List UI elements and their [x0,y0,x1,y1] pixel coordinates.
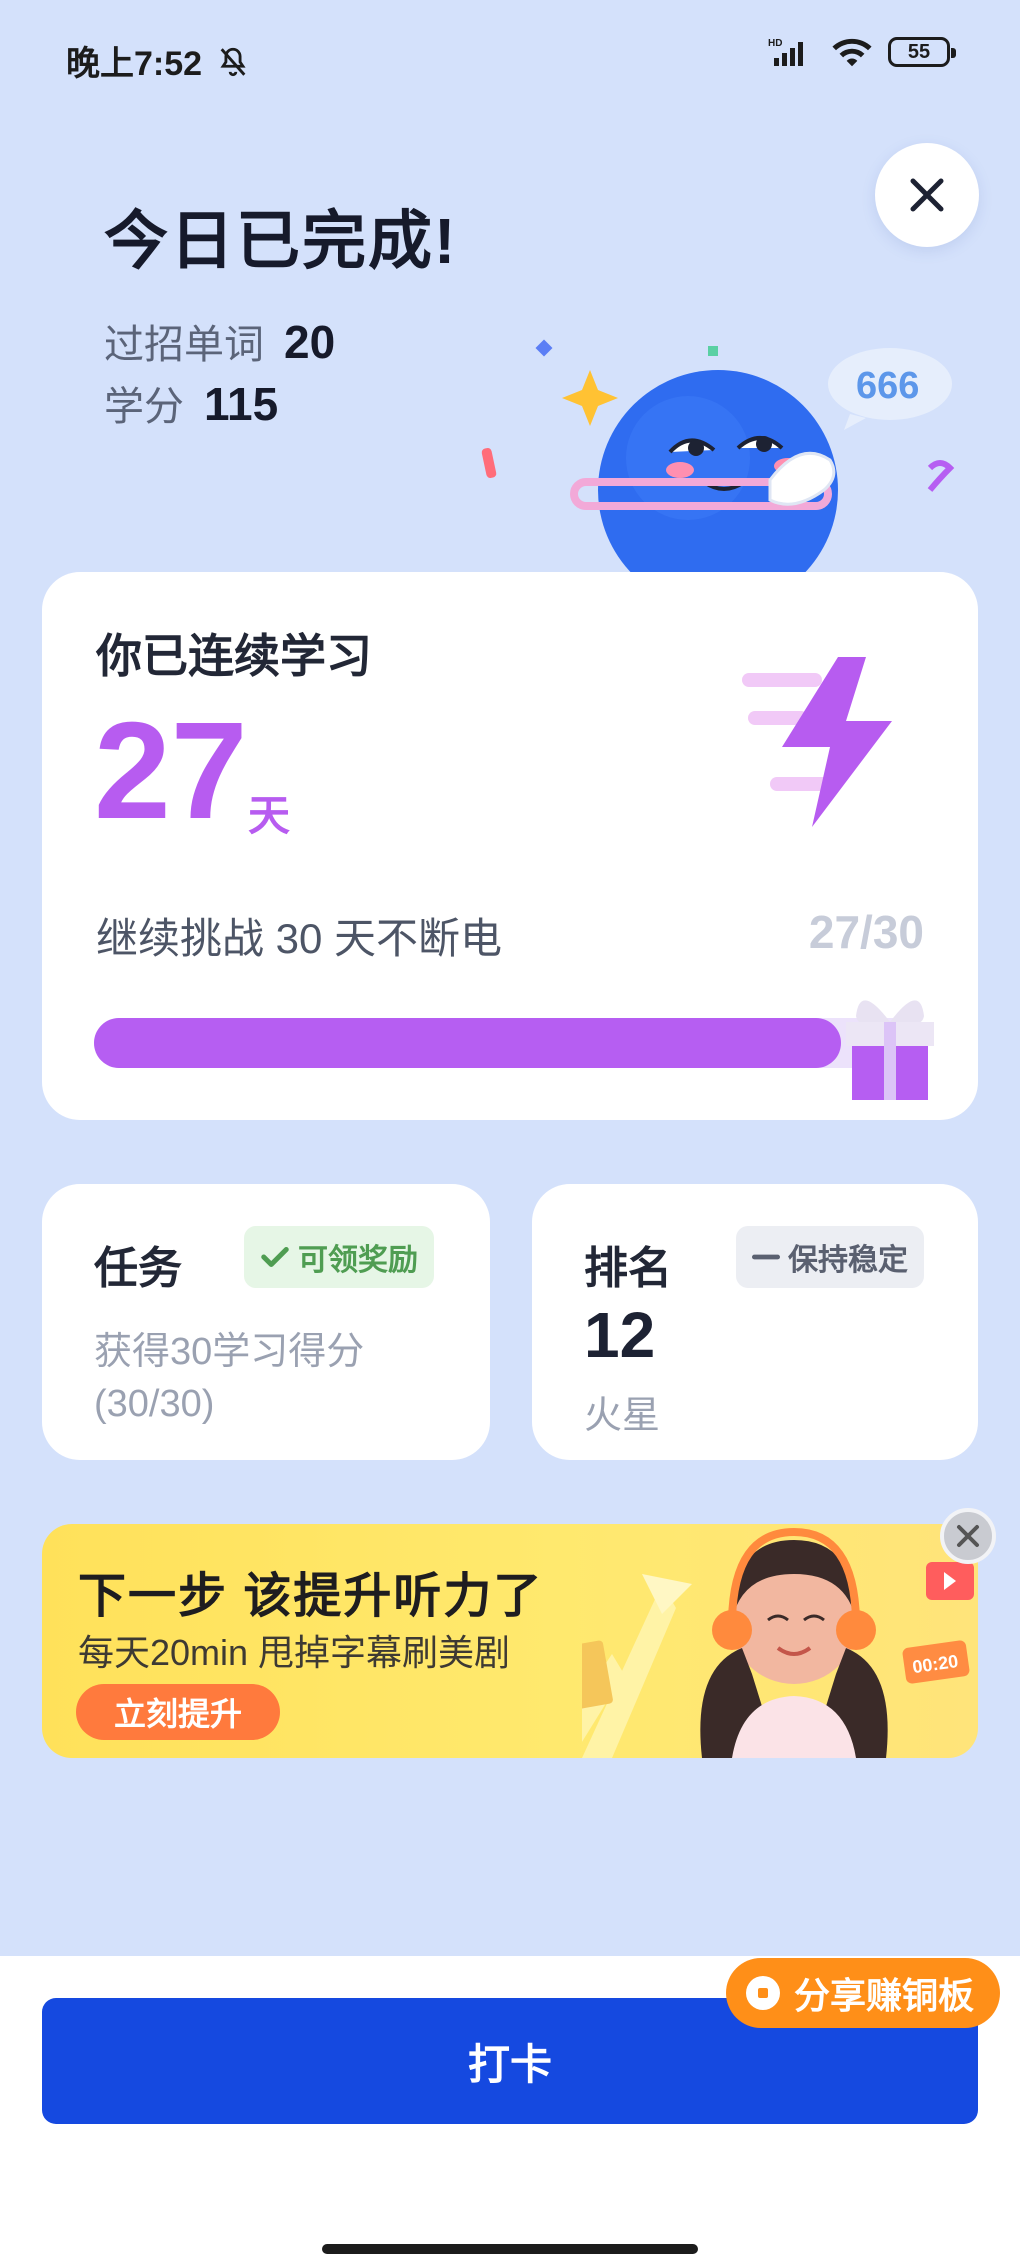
listening-promo-banner[interactable]: 00:20 下一步 该提升听力了 每天20min 甩掉字幕刷美剧 立刻提升 [42,1524,978,1758]
svg-text:HD: HD [768,38,782,49]
streak-days: 27 [94,694,248,848]
rank-status-label: 保持稳定 [788,1244,908,1277]
bell-off-icon [219,47,246,77]
mascot-bubble-text: 666 [856,365,919,407]
status-icons: HD 55 [768,36,956,68]
streak-progress-text: 27/30 [808,906,924,958]
wifi-icon [832,38,872,67]
credits-stat: 学分 115 [104,374,278,432]
banner-subtitle: 每天20min 甩掉字幕刷美剧 [78,1632,511,1673]
mascot-illustration: 666 [481,339,955,580]
gift-icon[interactable] [842,992,938,1102]
claim-reward-badge[interactable]: 可领奖励 [244,1226,434,1288]
task-title: 任务 [94,1244,182,1293]
streak-card: 你已连续学习 27 天 继续挑战 30 天不断电 27/30 [42,572,978,1120]
words-label: 过招单词 [104,323,264,367]
task-desc-line2: (30/30) [94,1383,215,1425]
coin-icon [746,1976,780,2010]
close-icon [910,178,944,212]
rank-status-badge: 保持稳定 [736,1226,924,1288]
rank-title: 排名 [584,1244,672,1293]
close-button[interactable] [875,143,979,247]
hd-signal-icon: HD [768,38,803,66]
home-indicator[interactable] [322,2244,698,2254]
status-time: 晚上7:52 [66,36,250,85]
close-icon [957,1525,979,1547]
rank-value: 12 [584,1299,656,1371]
battery-level: 55 [907,40,931,63]
improve-now-button[interactable]: 立刻提升 [76,1684,280,1740]
rank-league: 火星 [584,1395,661,1437]
claim-reward-label: 可领奖励 [298,1244,418,1277]
task-desc-line1: 获得30学习得分 [94,1331,365,1373]
share-earn-label: 分享赚铜板 [794,1975,975,2016]
words-value: 20 [284,316,336,368]
rank-card[interactable]: 排名 保持稳定 12 火星 [532,1184,978,1460]
battery-icon: 55 [888,37,956,67]
minus-icon [752,1254,780,1260]
task-description: 获得30学习得分 (30/30) [94,1326,364,1430]
listening-illustration: 00:20 [582,1527,974,1758]
words-stat: 过招单词 20 [104,312,335,370]
check-icon [261,1247,289,1267]
lightning-icon [742,657,892,827]
streak-challenge: 继续挑战 30 天不断电 [96,915,503,962]
streak-progress-fill [94,1018,841,1068]
status-time-text: 晚上7:52 [66,45,203,83]
credits-value: 115 [204,378,279,430]
streak-progress-bar [94,1018,924,1068]
banner-title: 下一步 该提升听力了 [78,1570,544,1623]
streak-title: 你已连续学习 [96,630,372,682]
share-earn-button[interactable]: 分享赚铜板 [726,1958,1000,2028]
page-title: 今日已完成! [104,205,458,277]
credits-label: 学分 [104,385,184,429]
banner-close-button[interactable] [940,1508,996,1564]
streak-unit: 天 [248,792,291,839]
task-card[interactable]: 任务 可领奖励 获得30学习得分 (30/30) [42,1184,490,1460]
